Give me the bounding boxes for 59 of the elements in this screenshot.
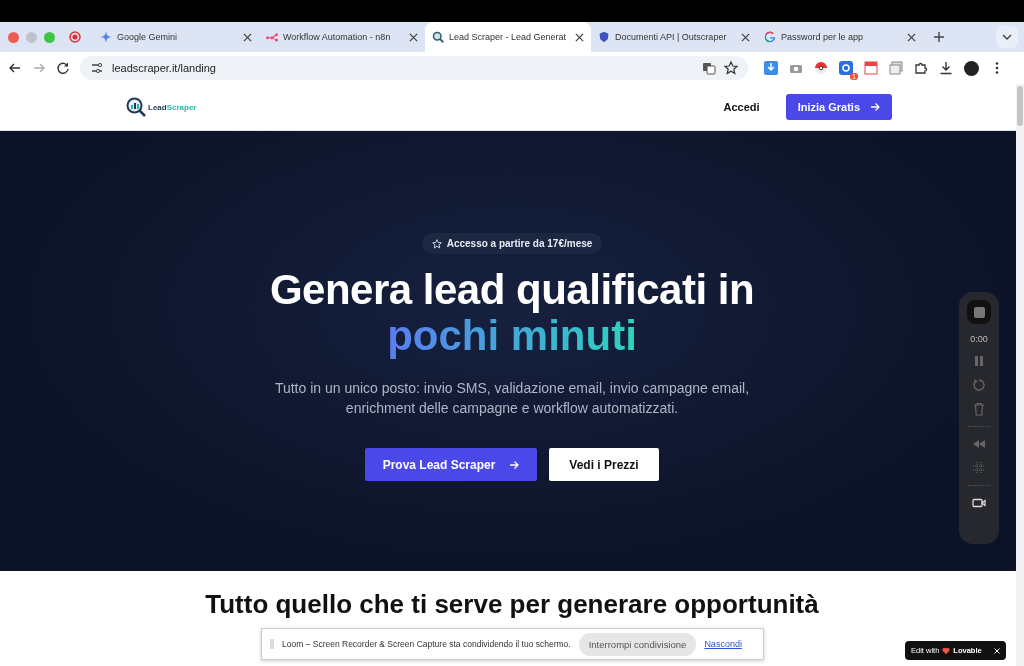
logo-text[interactable]: LeadScraper [148,102,197,112]
login-link[interactable]: Accedi [717,97,766,117]
hide-link[interactable]: Nascondi [704,639,742,649]
pricing-button[interactable]: Vedi i Prezzi [549,448,659,481]
restart-icon[interactable] [972,378,986,392]
reload-icon[interactable] [56,61,70,75]
window-icon[interactable] [889,61,903,75]
section-heading: Tutto quello che ti serve per generare opportunità [205,589,819,619]
calendar-icon[interactable] [864,61,878,75]
heart-icon [942,646,951,655]
close-icon[interactable] [409,32,418,42]
translate-icon[interactable] [702,61,716,75]
browser-tab[interactable]: Workflow Automation - n8n [259,22,425,52]
magnifier-icon [432,31,444,43]
stop-sharing-button[interactable]: Interrompi condivisione [578,632,697,656]
video-camera-icon[interactable] [972,496,986,510]
gear-icon[interactable] [839,61,853,75]
sparkle-icon [100,31,112,43]
ball-icon[interactable] [814,61,828,75]
badge-text: Accesso a partire da 17€/mese [446,238,593,249]
tab-search-icon[interactable] [996,26,1018,48]
close-icon[interactable] [243,32,252,42]
site-settings-icon[interactable] [90,61,104,75]
share-message: Loom – Screen Recorder & Screen Capture sta condividendo il tuo schermo. [282,639,571,649]
browser-tab[interactable]: Google Gemini [93,22,259,52]
close-icon[interactable] [741,32,750,42]
start-free-button[interactable]: Inizia Gratis [785,94,892,120]
download-box-icon[interactable] [764,61,778,75]
back-icon[interactable] [8,61,22,75]
arrow-icon [870,102,880,112]
close-icon[interactable] [907,32,916,42]
bookmark-star-icon[interactable] [724,61,738,75]
nodes-icon [266,31,278,43]
arrow-icon [509,459,520,470]
scrollbar-thumb[interactable] [1017,86,1023,126]
hero-subtitle: Tutto in un unico posto: invio SMS, validazione email, invio campagne email, enrichment delle campagne e workflow automatizzati. [273,379,751,418]
magnifier-icon [126,97,146,117]
recording-timer: 0:00 [970,334,988,344]
close-window-button[interactable] [8,31,19,43]
pause-icon[interactable] [972,354,986,368]
try-button[interactable]: Prova Lead Scraper [365,448,537,481]
browser-tab[interactable]: Documenti API | Outscraper [591,22,757,52]
star-icon [431,238,442,249]
extensions-icon[interactable] [914,61,928,75]
address-bar[interactable]: leadscraper.it/landing [80,56,748,80]
stop-recording-button[interactable] [967,300,991,324]
browser-tab[interactable]: Password per le app [757,22,923,52]
profile-avatar[interactable] [964,60,979,76]
hero-title: Genera lead qualificati in [269,268,755,312]
shield-icon [598,31,610,43]
google-icon [764,31,776,43]
new-tab-icon[interactable] [933,31,945,43]
drag-handle-icon[interactable] [270,639,274,649]
download-icon[interactable] [939,61,953,75]
close-icon[interactable] [575,32,584,42]
record-icon[interactable] [69,31,81,43]
rewind-icon[interactable] [972,437,986,451]
browser-tab[interactable]: Lead Scraper - Lead Generat [425,22,591,52]
trash-icon[interactable] [972,402,986,416]
